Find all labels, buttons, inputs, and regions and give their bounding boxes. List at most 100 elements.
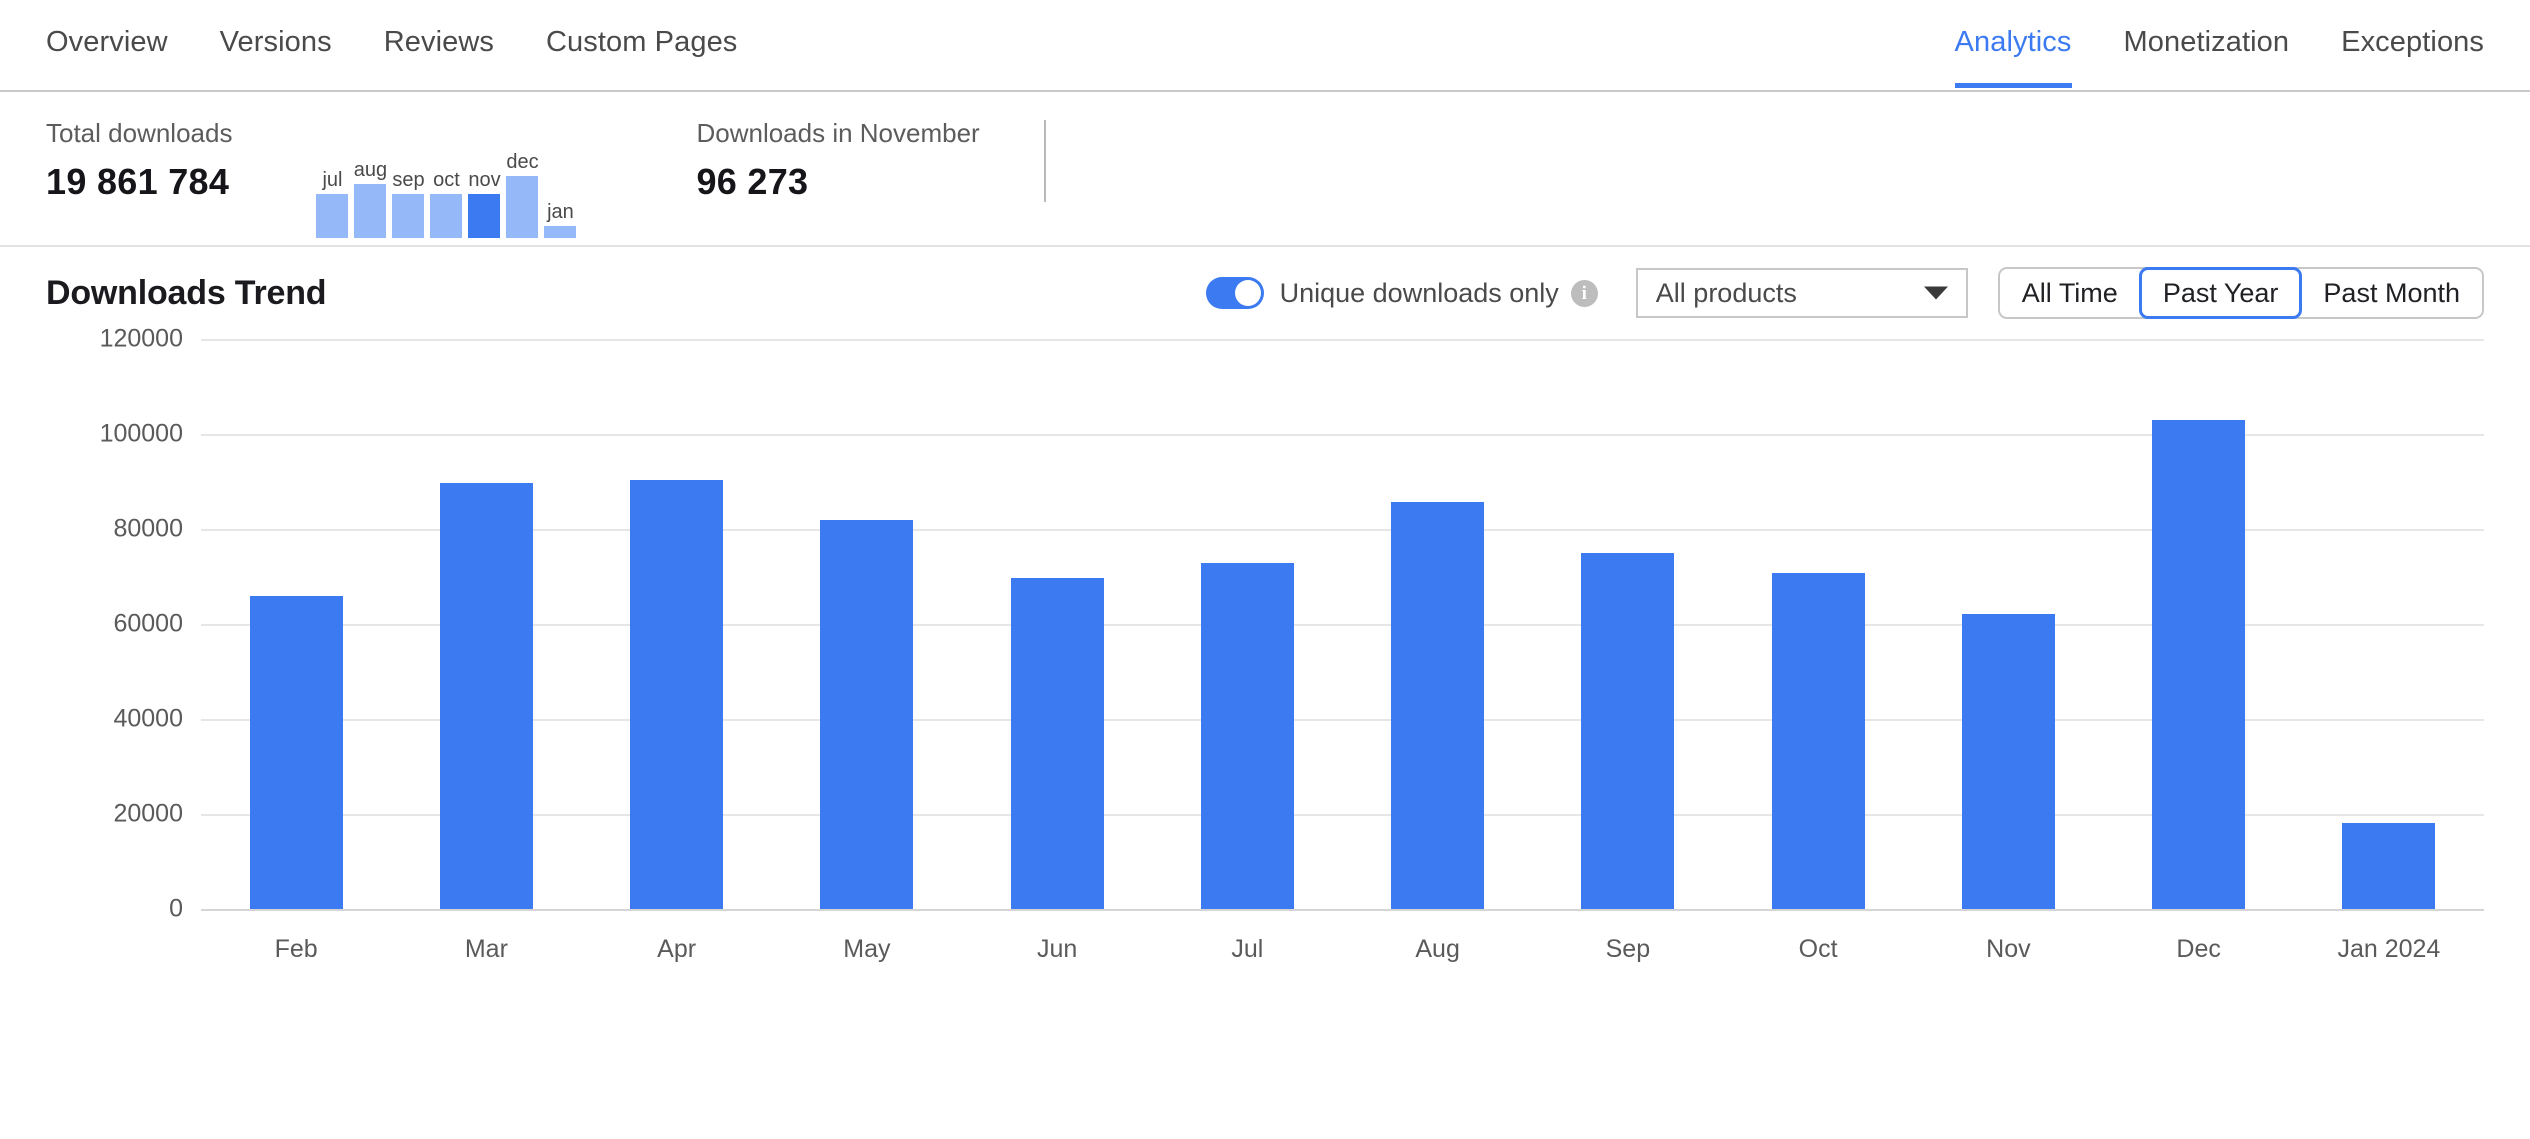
nav-item-reviews[interactable]: Reviews [384, 0, 494, 86]
unique-downloads-toggle[interactable] [1205, 277, 1264, 309]
total-downloads-label: Total downloads [46, 118, 233, 148]
chart-bar[interactable] [820, 519, 914, 909]
chart-x-tick-label: Aug [1415, 935, 1460, 963]
sparkline-bar [544, 226, 577, 238]
chart-x-tick-label: Oct [1798, 935, 1838, 963]
chart-y-tick-label: 60000 [113, 609, 183, 638]
chart-x-tick-label: May [843, 935, 891, 963]
sparkline-month-label: oct [433, 169, 460, 191]
sparkline-column: sep [392, 138, 425, 238]
chart-x-tick-label: Mar [464, 935, 508, 963]
chart-y-tick-label: 100000 [99, 419, 183, 448]
chart-bar-slot [201, 339, 391, 909]
downloads-in-month-label: Downloads in November [696, 118, 980, 148]
chart-bar[interactable] [439, 483, 533, 909]
total-downloads-value: 19 861 784 [46, 161, 230, 203]
sparkline-column: oct [430, 138, 463, 238]
sparkline-bar [316, 194, 349, 238]
unique-downloads-toggle-label: Unique downloads only [1279, 277, 1559, 308]
page-title: Downloads Trend [46, 273, 327, 312]
nav-item-monetization[interactable]: Monetization [2124, 0, 2290, 86]
unique-downloads-toggle-group: Unique downloads only i [1205, 277, 1598, 309]
downloads-trend-chart: 0 20000 40000 60000 80000 100000 120000 Feb Mar… [46, 325, 2484, 1139]
chart-controls: Unique downloads only i All products All… [1205, 267, 2484, 319]
chart-bar-slot [582, 339, 772, 909]
chart-bar[interactable] [249, 596, 343, 909]
sparkline-month-label: jan [547, 201, 574, 223]
toggle-knob [1234, 280, 1261, 306]
sparkline-bar [430, 194, 463, 238]
sparkline-column: jul [316, 138, 349, 238]
sparkline-month-label: jul [322, 169, 343, 191]
sparkline-bar [392, 194, 425, 238]
sparkline-month-label: aug [353, 159, 388, 181]
time-range-button-group: All Time Past Year Past Month [1997, 267, 2484, 319]
chart-x-tick-label: Jul [1231, 935, 1264, 963]
chart-bar-slot [1533, 339, 1723, 909]
sparkline-bar [468, 194, 501, 238]
sparkline-column: jan [544, 138, 577, 238]
chart-y-tick-label: 20000 [113, 799, 183, 828]
range-button-all-time[interactable]: All Time [2000, 269, 2140, 317]
chart-bar[interactable] [2342, 823, 2436, 909]
stat-total-downloads: Total downloads 19 861 784 [46, 92, 232, 203]
chart-y-tick-label: 80000 [113, 514, 183, 543]
chart-x-tick-label: Nov [1986, 935, 2031, 963]
chart-bar-slot [772, 339, 962, 909]
product-filter-select[interactable]: All products [1635, 268, 1968, 318]
info-icon[interactable]: i [1570, 279, 1598, 307]
chart-x-tick-label: Apr [657, 935, 697, 963]
chevron-down-icon [1923, 286, 1948, 300]
chart-baseline: 0 [169, 895, 2484, 923]
primary-navigation-bar: Overview Versions Reviews Custom Pages Anal… [0, 0, 2530, 92]
chart-bar-slot [391, 339, 581, 909]
range-button-past-year[interactable]: Past Year [2138, 267, 2303, 319]
chart-plot-area: 0 20000 40000 60000 80000 100000 120000 [100, 325, 2484, 923]
chart-x-tick-label: Sep [1605, 935, 1651, 963]
chart-y-tick-label: 120000 [99, 324, 183, 353]
sparkline-month-label: nov [468, 169, 501, 191]
chart-bar-slot [2294, 339, 2484, 909]
chart-y-tick-label: 40000 [113, 704, 183, 733]
sparkline-bars: jul aug sep oct nov dec jan [316, 138, 577, 238]
chart-bar[interactable] [1771, 573, 1865, 909]
nav-item-versions[interactable]: Versions [220, 0, 332, 86]
stat-downloads-in-month: Downloads in November 96 273 [696, 92, 979, 203]
chart-bar-slot [962, 339, 1152, 909]
chart-panel-header: Downloads Trend Unique downloads only i … [0, 247, 2530, 339]
summary-stats-bar: Total downloads 19 861 784 jul aug sep oct n… [0, 92, 2530, 247]
chart-bar[interactable] [1391, 501, 1485, 909]
chart-bar[interactable] [2152, 419, 2246, 909]
monthly-sparkline-chart: jul aug sep oct nov dec jan [316, 138, 577, 238]
chart-bar[interactable] [1581, 553, 1675, 909]
sparkline-bar [506, 176, 539, 238]
downloads-in-month-value: 96 273 [696, 161, 809, 203]
nav-group-right: Analytics Monetization Exceptions [1903, 0, 2484, 88]
chart-x-tick-label: Feb [274, 935, 318, 963]
chart-bar[interactable] [630, 480, 724, 909]
chart-y-tick-label: 0 [169, 894, 183, 923]
chart-bar[interactable] [1010, 577, 1104, 909]
chart-x-axis-labels: Feb Mar Apr May Jun Jul Aug Sep Oct Nov Dec Jan 202… [201, 935, 2484, 964]
chart-bars [201, 339, 2484, 909]
product-filter-value: All products [1655, 277, 1797, 308]
chart-bar[interactable] [1200, 563, 1294, 909]
nav-item-overview[interactable]: Overview [46, 0, 168, 86]
sparkline-month-label: sep [392, 169, 425, 191]
sparkline-column: aug [353, 138, 388, 238]
sparkline-column: nov [468, 138, 501, 238]
chart-bar-slot [2104, 339, 2294, 909]
range-button-past-month[interactable]: Past Month [2301, 269, 2482, 317]
nav-group-left: Overview Versions Reviews Custom Pages [46, 0, 789, 86]
nav-item-exceptions[interactable]: Exceptions [2341, 0, 2484, 86]
summary-divider [1043, 120, 1046, 202]
chart-bar-slot [1152, 339, 1342, 909]
chart-bar-slot [1723, 339, 1913, 909]
nav-item-analytics[interactable]: Analytics [1954, 0, 2072, 88]
chart-x-tick-label: Jun [1036, 935, 1078, 963]
chart-bar-slot [1913, 339, 2103, 909]
sparkline-column: dec [506, 138, 539, 238]
chart-x-tick-label: Dec [2176, 935, 2221, 963]
chart-bar[interactable] [1961, 613, 2055, 909]
nav-item-custom-pages[interactable]: Custom Pages [546, 0, 737, 86]
